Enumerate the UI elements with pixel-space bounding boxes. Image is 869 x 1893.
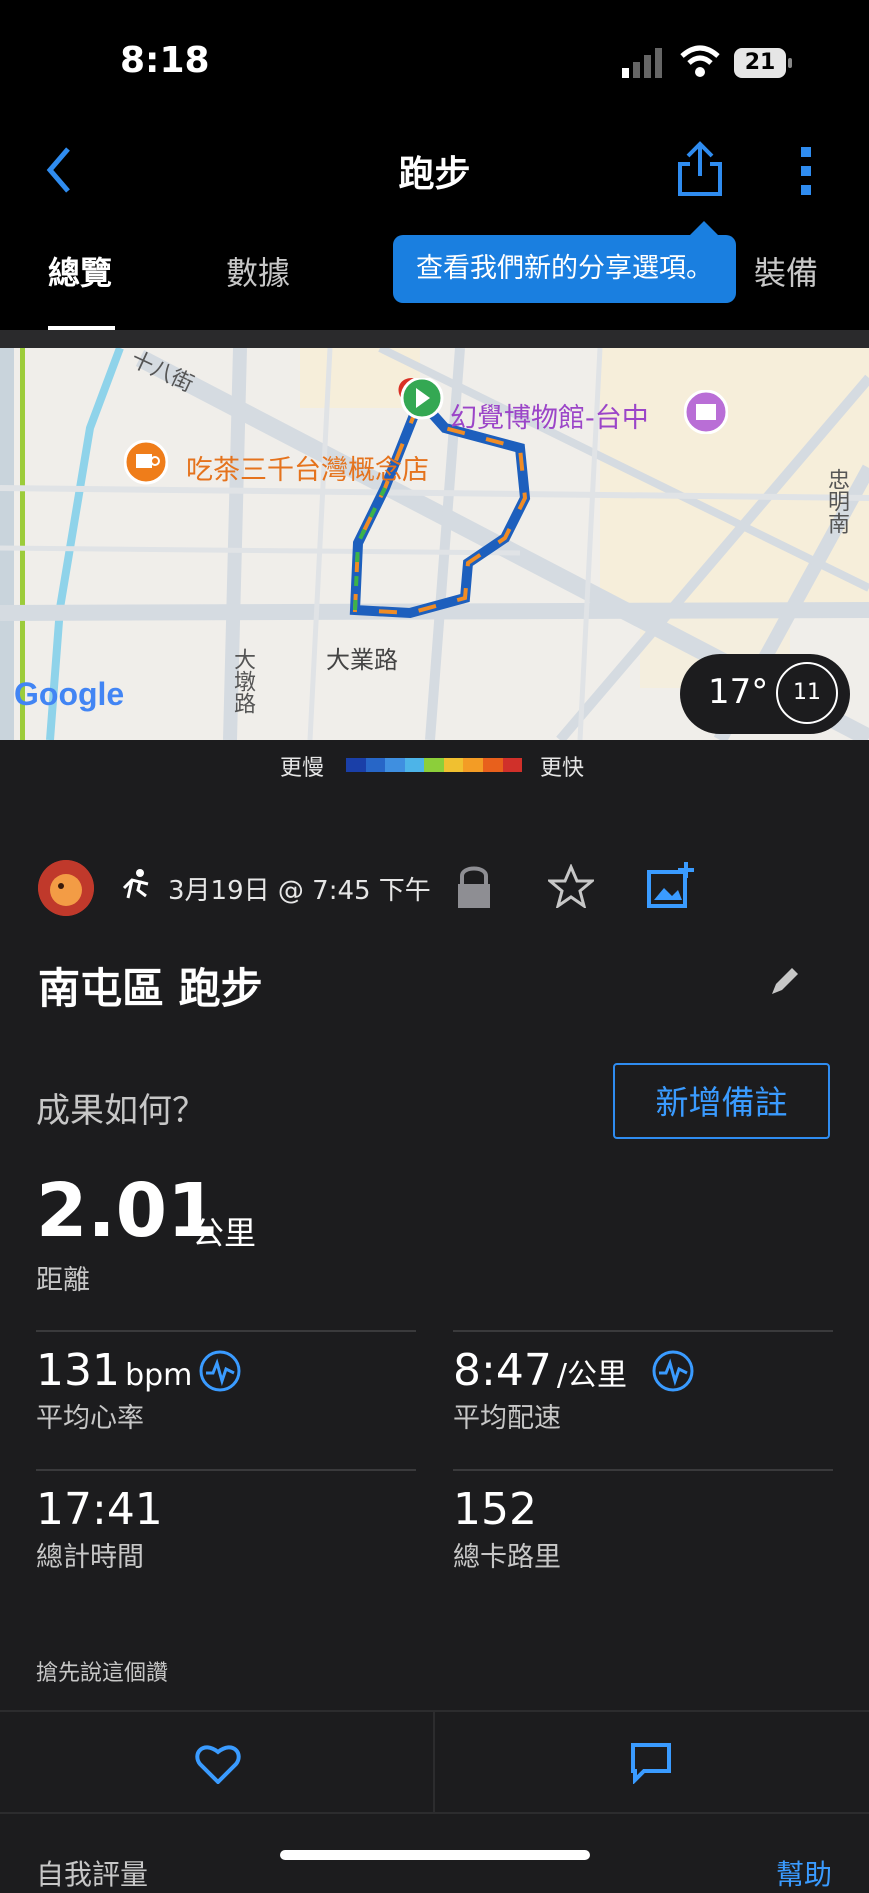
- activity-date: 3月19日 @ 7:45 下午: [168, 876, 431, 906]
- legend-color-segment: [404, 758, 425, 772]
- stat-value: 152: [453, 1484, 537, 1535]
- privacy-lock-icon[interactable]: [454, 862, 494, 910]
- first-like-text: 搶先說這個讚: [36, 1661, 169, 1686]
- divider: [0, 330, 869, 348]
- more-button[interactable]: [796, 145, 816, 197]
- heart-rate-icon: [198, 1349, 242, 1397]
- add-note-button[interactable]: 新增備註: [613, 1063, 830, 1139]
- stat-label: 總計時間: [36, 1542, 144, 1573]
- pace-icon: [651, 1349, 695, 1397]
- stat-total-time[interactable]: 17:41 總計時間: [36, 1484, 416, 1574]
- battery-level: 21: [744, 50, 776, 75]
- weather-temperature: 17°: [708, 672, 769, 712]
- legend-color-segment: [346, 758, 366, 772]
- start-pin-icon: [396, 376, 446, 434]
- divider: [36, 1469, 416, 1471]
- stat-value: 131: [36, 1345, 120, 1396]
- stat-value: 8:47: [453, 1345, 552, 1396]
- stat-avg-heart-rate[interactable]: 131 bpm 平均心率: [36, 1345, 416, 1435]
- stat-unit: bpm: [125, 1358, 193, 1393]
- comment-icon: [631, 1743, 671, 1784]
- activity-title: 南屯區 跑步: [38, 964, 263, 1013]
- map-label-street-right: 忠明南: [824, 468, 849, 534]
- battery-icon: 21: [734, 48, 794, 78]
- legend-color-segment: [424, 758, 444, 772]
- self-evaluation-label: 自我評量: [36, 1858, 149, 1891]
- running-icon: [118, 868, 152, 902]
- tab-overview[interactable]: 總覽: [48, 248, 112, 294]
- divider: [453, 1330, 833, 1332]
- edit-pencil-icon[interactable]: [768, 964, 802, 998]
- feedback-question: 成果如何？: [36, 1091, 206, 1131]
- legend-color-segment: [482, 758, 503, 772]
- route-map[interactable]: 幻覺博物館-台中 吃茶三千台灣概念店 十八街 大業路 大墩路 忠明南 Googl…: [0, 348, 869, 740]
- share-options-tooltip[interactable]: 查看我們新的分享選項。: [393, 221, 736, 303]
- legend-color-segment: [502, 758, 523, 772]
- stat-value: 17:41: [36, 1484, 163, 1535]
- legend-slower: 更慢: [280, 756, 325, 781]
- stat-total-calories[interactable]: 152 總卡路里: [453, 1484, 833, 1574]
- map-label-street-left: 大墩路: [230, 648, 255, 714]
- tab-data[interactable]: 數據: [226, 248, 290, 294]
- stat-label: 平均心率: [36, 1403, 144, 1434]
- map-label-cafe: 吃茶三千台灣概念店: [186, 455, 429, 486]
- distance-label: 距離: [36, 1265, 90, 1296]
- pace-legend: 更慢 更快: [0, 740, 869, 790]
- legend-color-segment: [443, 758, 464, 772]
- museum-pin-icon: [683, 389, 729, 435]
- share-icon: [678, 141, 722, 196]
- heart-icon: [195, 1745, 241, 1784]
- status-time: 8:18: [120, 40, 210, 81]
- avatar[interactable]: [38, 860, 94, 916]
- share-button[interactable]: [676, 140, 724, 198]
- action-bar: [0, 1710, 869, 1812]
- tab-gear[interactable]: 裝備: [754, 248, 818, 294]
- map-label-museum: 幻覺博物館-台中: [450, 403, 649, 434]
- stat-label: 平均配速: [453, 1403, 561, 1434]
- stat-avg-pace[interactable]: 8:47 /公里 平均配速: [453, 1345, 833, 1435]
- more-vertical-icon: [801, 147, 811, 195]
- distance-unit: 公里: [192, 1214, 257, 1252]
- weather-widget[interactable]: 17° 11: [680, 654, 850, 734]
- weather-badge: 11: [776, 662, 838, 724]
- divider: [453, 1469, 833, 1471]
- map-label-street-bottom: 大業路: [326, 646, 398, 674]
- like-button[interactable]: [0, 1712, 435, 1812]
- favorite-star-icon[interactable]: [545, 863, 597, 910]
- wifi-icon: [680, 44, 720, 78]
- legend-faster: 更快: [540, 756, 585, 781]
- legend-color-bar: [346, 758, 523, 772]
- comment-button[interactable]: [435, 1712, 869, 1812]
- cellular-signal-icon: [622, 48, 666, 78]
- divider: [36, 1330, 416, 1332]
- legend-color-segment: [365, 758, 386, 772]
- page-title: 跑步: [398, 154, 471, 195]
- legend-color-segment: [385, 758, 405, 772]
- stat-label: 總卡路里: [453, 1542, 561, 1573]
- help-link[interactable]: 幫助: [776, 1853, 832, 1893]
- cafe-pin-icon: [123, 439, 169, 492]
- add-photo-icon[interactable]: [646, 860, 696, 910]
- home-indicator: [280, 1850, 590, 1860]
- google-logo: Google: [14, 676, 125, 712]
- stat-unit: /公里: [556, 1358, 628, 1393]
- legend-color-segment: [463, 758, 483, 772]
